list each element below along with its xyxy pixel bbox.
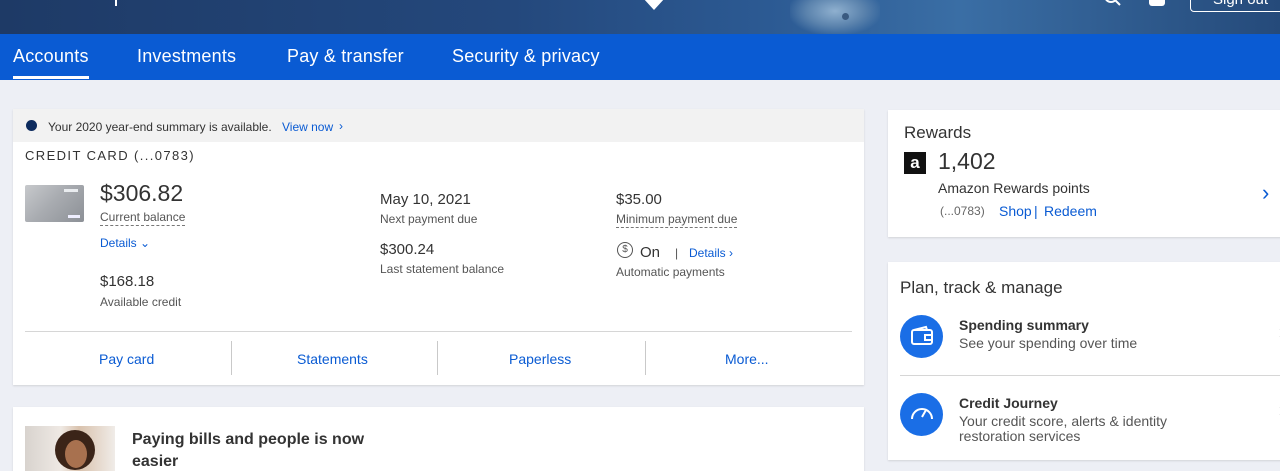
- item-title: Credit Journey: [959, 395, 1058, 411]
- promo-photo: [25, 426, 115, 471]
- next-payment-due-value: May 10, 2021: [380, 191, 471, 208]
- rewards-panel[interactable]: Rewards a 1,402 Amazon Rewards points (.…: [888, 110, 1280, 237]
- tab-pay-transfer[interactable]: Pay & transfer: [287, 46, 404, 67]
- autopay-separator: |: [675, 246, 679, 260]
- available-credit-value: $168.18: [100, 273, 155, 290]
- chevron-right-icon[interactable]: ›: [339, 119, 343, 133]
- top-header: Sign out: [0, 0, 1280, 34]
- action-divider: [231, 341, 232, 375]
- autopay-status: On: [640, 244, 661, 261]
- item-title: Spending summary: [959, 317, 1089, 333]
- header-divider: [115, 0, 117, 6]
- item-subtitle: See your spending over time: [959, 335, 1138, 351]
- divider: [25, 331, 852, 332]
- current-balance-value: $306.82: [100, 180, 184, 206]
- user-icon[interactable]: [1148, 0, 1166, 8]
- autopay-details-link[interactable]: Details ›: [689, 246, 733, 260]
- main-nav: Accounts Investments Pay & transfer Secu…: [0, 34, 1280, 80]
- rewards-points-value: 1,402: [938, 148, 996, 174]
- credit-card-panel: Your 2020 year-end summary is available.…: [13, 109, 864, 385]
- tab-accounts[interactable]: Accounts: [13, 46, 89, 79]
- statements-button[interactable]: Statements: [297, 351, 368, 367]
- pay-card-button[interactable]: Pay card: [99, 351, 154, 367]
- last-statement-balance-value: $300.24: [380, 241, 435, 258]
- minimum-payment-due-value: $35.00: [616, 191, 662, 208]
- chevron-right-icon[interactable]: ›: [1262, 180, 1269, 206]
- spending-summary-item[interactable]: Spending summary See your spending over …: [900, 312, 1280, 372]
- rewards-link-separator: |: [1034, 203, 1038, 219]
- current-balance-label[interactable]: Current balance: [100, 210, 186, 226]
- view-now-link[interactable]: View now: [282, 120, 333, 134]
- rewards-account-number: (...0783): [940, 204, 985, 218]
- action-divider: [437, 341, 438, 375]
- hero-image: [790, 0, 880, 34]
- rewards-points-label: Amazon Rewards points: [938, 180, 1090, 196]
- plan-title: Plan, track & manage: [900, 278, 1063, 297]
- minimum-payment-due-label[interactable]: Minimum payment due: [616, 212, 738, 228]
- hamburger-icon[interactable]: [12, 0, 34, 4]
- last-statement-balance-label: Last statement balance: [380, 262, 505, 276]
- available-credit-label: Available credit: [100, 295, 182, 309]
- banner-message: Your 2020 year-end summary is available.: [48, 120, 272, 134]
- credit-journey-item[interactable]: Credit Journey Your credit score, alerts…: [900, 390, 1280, 450]
- sign-out-button[interactable]: Sign out: [1190, 0, 1280, 12]
- promo-headline[interactable]: Paying bills and people is now easier: [132, 429, 392, 471]
- card-image: [25, 185, 84, 222]
- autopay-dollar-icon: $: [617, 242, 633, 258]
- balance-details-toggle[interactable]: Details ⌄: [100, 236, 150, 250]
- wallet-icon: [900, 315, 943, 358]
- gauge-icon: [900, 393, 943, 436]
- promo-panel: Paying bills and people is now easier: [13, 407, 864, 471]
- chase-logo-icon[interactable]: [643, 0, 665, 10]
- divider: [900, 375, 1280, 376]
- info-dot-icon: [26, 120, 37, 131]
- shop-link[interactable]: Shop: [999, 203, 1032, 219]
- plan-track-manage-panel: Plan, track & manage Spending summary Se…: [888, 262, 1280, 460]
- search-icon[interactable]: [1105, 0, 1121, 10]
- action-divider: [645, 341, 646, 375]
- redeem-link[interactable]: Redeem: [1044, 203, 1097, 219]
- year-end-banner: Your 2020 year-end summary is available.…: [13, 109, 864, 142]
- paperless-button[interactable]: Paperless: [509, 351, 571, 367]
- more-button[interactable]: More...: [725, 351, 769, 367]
- tab-security-privacy[interactable]: Security & privacy: [452, 46, 600, 67]
- tab-investments[interactable]: Investments: [137, 46, 236, 67]
- item-subtitle: Your credit score, alerts & identity res…: [959, 413, 1168, 444]
- rewards-title: Rewards: [904, 123, 972, 142]
- next-payment-due-label: Next payment due: [380, 212, 478, 226]
- amazon-logo-icon: a: [904, 152, 926, 174]
- autopay-label: Automatic payments: [616, 265, 725, 279]
- credit-card-title[interactable]: CREDIT CARD (...0783): [25, 148, 195, 163]
